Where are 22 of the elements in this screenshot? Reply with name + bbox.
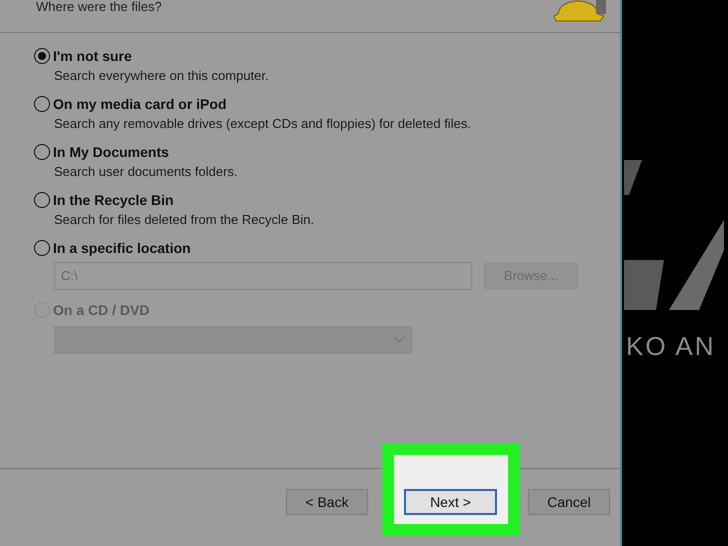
radio-button[interactable] <box>34 192 50 208</box>
option-label: In My Documents <box>53 142 169 162</box>
dialog-button[interactable]: < Back <box>286 489 368 515</box>
option-label: On my media card or iPod <box>53 94 226 114</box>
radio-button[interactable] <box>34 144 50 160</box>
section-heading: Where were the files? <box>36 0 162 13</box>
option-label: On a CD / DVD <box>53 300 150 320</box>
dialog-button[interactable]: Cancel <box>528 489 610 515</box>
dialog-button[interactable]: Next > <box>404 489 497 515</box>
option-label: I'm not sure <box>53 46 132 66</box>
chevron-down-icon <box>393 336 405 344</box>
hard-hat-icon <box>552 0 608 22</box>
option-description: Search user documents folders. <box>53 164 239 181</box>
radio-button[interactable] <box>34 240 50 256</box>
option-label: In the Recycle Bin <box>53 190 174 210</box>
radio-button[interactable] <box>34 48 50 64</box>
option-description: Search everywhere on this computer. <box>53 68 270 85</box>
option-description: Search any removable drives (except CDs and floppies) for deleted files. <box>53 116 472 133</box>
wallpaper-text: KO AN <box>626 330 716 363</box>
option-label: In a specific location <box>53 238 191 258</box>
option-description: Search for files deleted from the Recycle Bin. <box>53 212 316 229</box>
radio-button[interactable] <box>34 96 50 112</box>
